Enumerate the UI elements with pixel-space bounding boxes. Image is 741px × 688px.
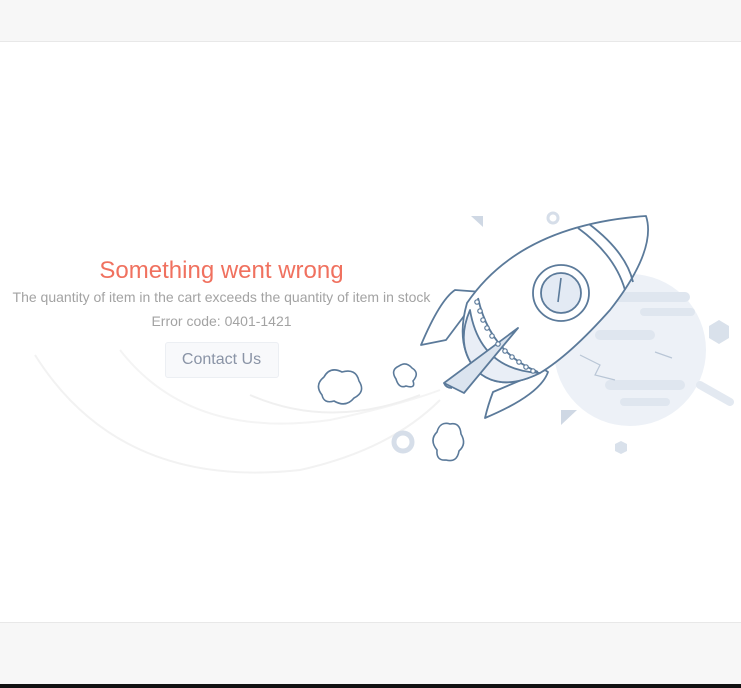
contact-us-button[interactable]: Contact Us <box>164 342 279 378</box>
bottom-edge <box>0 684 741 688</box>
planet-stripe <box>620 398 670 406</box>
triangle <box>471 216 483 227</box>
planet-stripe <box>595 330 655 340</box>
error-message: The quantity of item in the cart exceeds… <box>12 289 431 305</box>
planet-stripe <box>640 308 695 316</box>
cloud <box>432 422 465 462</box>
planet-ring <box>696 381 734 406</box>
hexagon <box>709 320 729 344</box>
bottom-bar <box>0 622 741 685</box>
hexagon <box>615 441 627 454</box>
error-block: Something went wrong The quantity of ite… <box>0 256 443 378</box>
small-ring <box>546 211 560 225</box>
ring <box>391 430 415 454</box>
triangle <box>561 410 577 425</box>
error-title: Something went wrong <box>99 257 344 284</box>
error-code: Error code: 0401-1421 <box>151 313 292 329</box>
planet-stripe <box>605 380 685 390</box>
